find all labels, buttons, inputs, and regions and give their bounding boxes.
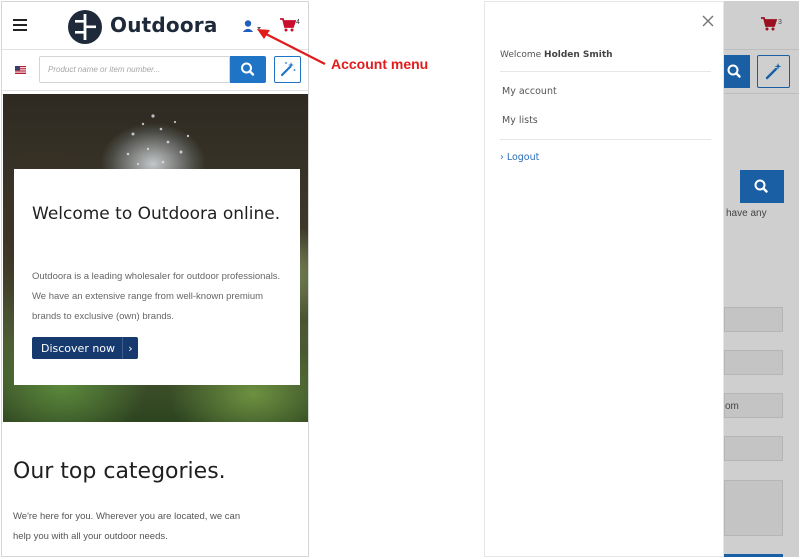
search-button[interactable] [230,56,266,83]
close-icon[interactable] [701,14,715,28]
categories-title: Our top categories. [13,459,226,484]
hero-banner: Welcome to Outdoora online. Outdoora is … [3,94,308,422]
chevron-down-icon [257,27,261,30]
background-field [724,436,783,461]
background-field [724,307,783,332]
account-menu-drawer: Welcome Holden Smith My account My lists… [484,1,724,557]
brand-name: Outdoora [110,13,218,37]
hero-text: Outdoora is a leading wholesaler for out… [32,271,281,322]
background-field-text: om [725,401,739,412]
search-icon [754,179,768,193]
hero-card: Welcome to Outdoora online. Outdoora is … [14,169,300,385]
discover-now-button[interactable]: Discover now › [32,337,138,359]
divider [724,49,799,50]
search-input[interactable] [39,56,230,83]
dimmed-background: 3 have any om [724,1,799,557]
search-button [740,170,784,203]
hero-title: Welcome to Outdoora online. [32,204,281,224]
divider [724,93,799,94]
search-button [724,55,750,88]
logout-link[interactable]: › Logout [500,152,539,163]
cart-icon [761,17,778,31]
search-bar [2,51,308,91]
cart-count: 4 [296,19,300,26]
cart-count: 3 [778,19,782,26]
hero-image [126,114,190,166]
menu-item-my-lists[interactable]: My lists [502,115,538,126]
search-icon [241,62,255,76]
welcome-prefix: Welcome [500,50,545,60]
quick-order-button[interactable] [274,56,301,83]
welcome-message: Welcome Holden Smith [500,50,613,60]
site-header: Outdoora 4 [2,2,308,50]
account-menu-screen: 3 have any om Welcome Holden Smith My ac… [484,1,799,557]
account-menu-button[interactable] [242,19,266,35]
background-field [724,350,783,375]
logo-icon[interactable] [66,8,104,46]
chevron-right-icon: › [122,337,138,359]
user-name: Holden Smith [544,50,613,60]
background-textarea [724,480,783,536]
annotation-label: Account menu [331,56,429,72]
home-screen: Outdoora 4 Product name or item number..… [1,1,309,557]
background-button [724,554,783,557]
cart-button: 3 [761,17,787,33]
categories-text: We're here for you. Wherever you are loc… [13,511,241,542]
cart-button[interactable]: 4 [280,18,306,34]
stage: Outdoora 4 Product name or item number..… [0,0,800,559]
search-icon [727,64,741,78]
magic-wand-icon [280,62,296,77]
menu-item-my-account[interactable]: My account [502,86,557,97]
divider [500,139,711,140]
discover-now-label: Discover now [41,341,116,355]
quick-order-button [757,55,790,88]
account-icon [242,20,261,32]
flag-icon[interactable] [15,66,26,74]
magic-wand-icon [765,63,782,80]
divider [500,71,711,72]
background-text: have any [726,208,767,219]
hamburger-icon[interactable] [13,19,27,31]
cart-icon [280,18,297,32]
